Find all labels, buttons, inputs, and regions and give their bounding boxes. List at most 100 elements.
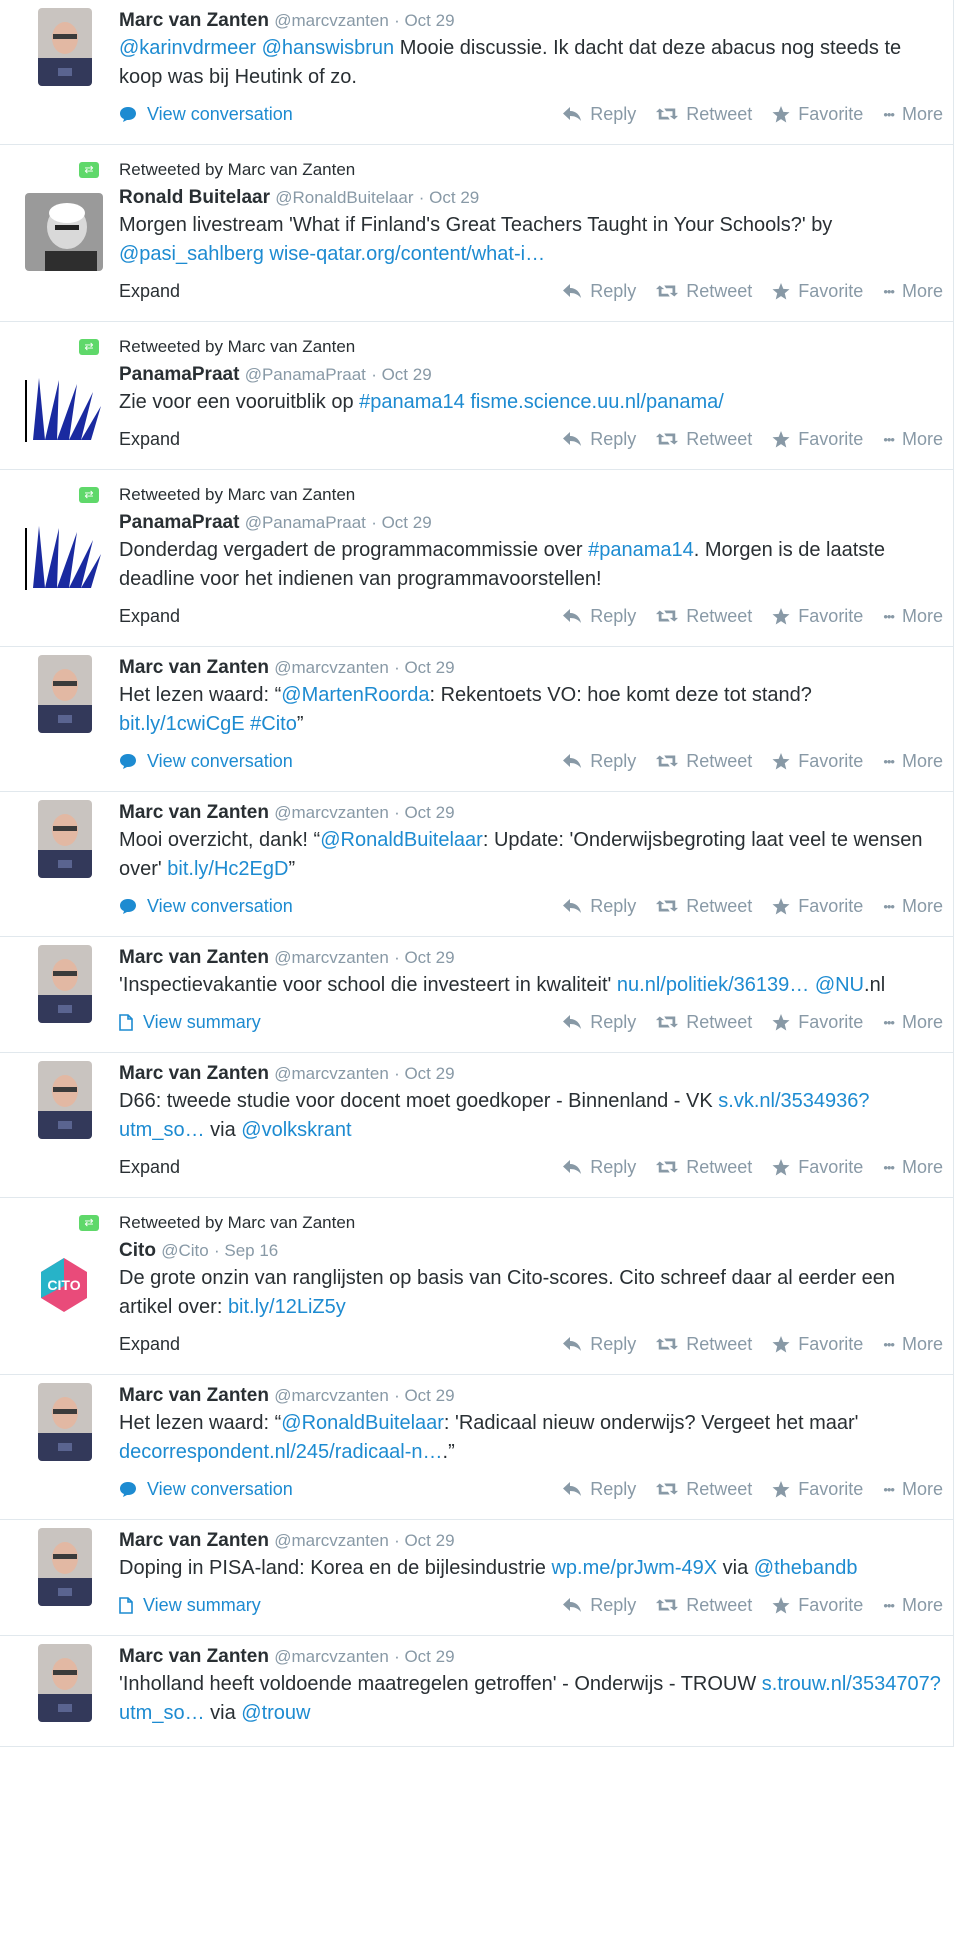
tweet-timestamp[interactable]: · Oct 29 <box>394 1647 454 1666</box>
tweet-link[interactable]: @RonaldBuitelaar <box>320 829 483 851</box>
tweet-link[interactable]: bit.ly/12LiZ5y <box>228 1296 346 1318</box>
more-button[interactable]: ••• More <box>883 104 943 125</box>
reply-button[interactable]: Reply <box>562 281 636 302</box>
more-button[interactable]: ••• More <box>883 1157 943 1178</box>
author-name[interactable]: Marc van Zanten <box>119 1530 269 1551</box>
tweet-link[interactable]: @MartenRoorda <box>281 684 429 706</box>
author-name[interactable]: Ronald Buitelaar <box>119 187 270 208</box>
retweet-button[interactable]: Retweet <box>656 606 752 627</box>
expand-link[interactable]: Expand <box>119 606 180 627</box>
author-handle[interactable]: @marcvzanten <box>274 1064 389 1083</box>
favorite-button[interactable]: Favorite <box>772 606 863 627</box>
tweet-timestamp[interactable]: · Oct 29 <box>394 803 454 822</box>
favorite-button[interactable]: Favorite <box>772 1334 863 1355</box>
view-summary-link[interactable]: View summary <box>119 1012 261 1033</box>
reply-button[interactable]: Reply <box>562 751 636 772</box>
author-handle[interactable]: @marcvzanten <box>274 658 389 677</box>
retweet-button[interactable]: Retweet <box>656 429 752 450</box>
favorite-button[interactable]: Favorite <box>772 1157 863 1178</box>
view-summary-link[interactable]: View summary <box>119 1595 261 1616</box>
favorite-button[interactable]: Favorite <box>772 104 863 125</box>
tweet-link[interactable]: bit.ly/1cwiCgE <box>119 713 245 735</box>
tweet-timestamp[interactable]: · Oct 29 <box>394 658 454 677</box>
tweet-link[interactable]: fisme.science.uu.nl/panama/ <box>470 391 723 413</box>
avatar[interactable] <box>38 945 92 1023</box>
author-handle[interactable]: @marcvzanten <box>274 803 389 822</box>
tweet-link[interactable]: @volkskrant <box>241 1119 351 1141</box>
favorite-button[interactable]: Favorite <box>772 1012 863 1033</box>
tweet-timestamp[interactable]: · Oct 29 <box>394 948 454 967</box>
tweet-link[interactable]: @RonaldBuitelaar <box>281 1412 444 1434</box>
expand-link[interactable]: Expand <box>119 1157 180 1178</box>
author-name[interactable]: Marc van Zanten <box>119 1646 269 1667</box>
more-button[interactable]: ••• More <box>883 1012 943 1033</box>
tweet-link[interactable]: @hanswisbrun <box>262 37 395 59</box>
tweet-link[interactable]: #Cito <box>250 713 297 735</box>
tweet-timestamp[interactable]: · Oct 29 <box>394 1386 454 1405</box>
more-button[interactable]: ••• More <box>883 1595 943 1616</box>
author-handle[interactable]: @PanamaPraat <box>245 513 366 532</box>
tweet-link[interactable]: wp.me/prJwm-49X <box>551 1557 717 1579</box>
favorite-button[interactable]: Favorite <box>772 751 863 772</box>
author-handle[interactable]: @marcvzanten <box>274 1386 389 1405</box>
tweet-timestamp[interactable]: · Oct 29 <box>394 1064 454 1083</box>
author-handle[interactable]: @marcvzanten <box>274 1647 389 1666</box>
author-name[interactable]: Marc van Zanten <box>119 10 269 31</box>
favorite-button[interactable]: Favorite <box>772 281 863 302</box>
avatar[interactable] <box>25 193 103 271</box>
retweet-button[interactable]: Retweet <box>656 1334 752 1355</box>
author-name[interactable]: Marc van Zanten <box>119 657 269 678</box>
tweet-link[interactable]: @NU <box>815 974 864 996</box>
retweet-button[interactable]: Retweet <box>656 1012 752 1033</box>
retweet-button[interactable]: Retweet <box>656 1479 752 1500</box>
tweet-link[interactable]: @thebandb <box>754 1557 858 1579</box>
view-conversation-link[interactable]: View conversation <box>119 896 293 917</box>
author-name[interactable]: Marc van Zanten <box>119 1063 269 1084</box>
avatar[interactable] <box>25 518 103 596</box>
author-name[interactable]: PanamaPraat <box>119 512 239 533</box>
more-button[interactable]: ••• More <box>883 429 943 450</box>
reply-button[interactable]: Reply <box>562 1479 636 1500</box>
reply-button[interactable]: Reply <box>562 896 636 917</box>
reply-button[interactable]: Reply <box>562 1334 636 1355</box>
tweet-link[interactable]: decorrespondent.nl/245/radicaal-n… <box>119 1441 443 1463</box>
tweet-timestamp[interactable]: · Oct 29 <box>371 365 431 384</box>
reply-button[interactable]: Reply <box>562 1012 636 1033</box>
reply-button[interactable]: Reply <box>562 606 636 627</box>
avatar[interactable] <box>38 1061 92 1139</box>
tweet-timestamp[interactable]: · Oct 29 <box>371 513 431 532</box>
expand-link[interactable]: Expand <box>119 429 180 450</box>
retweet-button[interactable]: Retweet <box>656 1595 752 1616</box>
retweet-button[interactable]: Retweet <box>656 281 752 302</box>
tweet-link[interactable]: #panama14 <box>588 539 694 561</box>
author-handle[interactable]: @marcvzanten <box>274 11 389 30</box>
retweet-button[interactable]: Retweet <box>656 1157 752 1178</box>
favorite-button[interactable]: Favorite <box>772 429 863 450</box>
favorite-button[interactable]: Favorite <box>772 1479 863 1500</box>
author-handle[interactable]: @PanamaPraat <box>245 365 366 384</box>
reply-button[interactable]: Reply <box>562 1595 636 1616</box>
author-handle[interactable]: @RonaldBuitelaar <box>275 188 413 207</box>
tweet-timestamp[interactable]: · Oct 29 <box>419 188 479 207</box>
author-name[interactable]: PanamaPraat <box>119 364 239 385</box>
reply-button[interactable]: Reply <box>562 104 636 125</box>
avatar[interactable] <box>38 8 92 86</box>
tweet-link[interactable]: wise-qatar.org/content/what-i… <box>269 243 545 265</box>
tweet-link[interactable]: bit.ly/Hc2EgD <box>167 858 288 880</box>
retweet-button[interactable]: Retweet <box>656 896 752 917</box>
avatar[interactable] <box>38 800 92 878</box>
more-button[interactable]: ••• More <box>883 1334 943 1355</box>
tweet-link[interactable]: @trouw <box>241 1702 310 1724</box>
tweet-link[interactable]: @pasi_sahlberg <box>119 243 264 265</box>
avatar[interactable] <box>38 1644 92 1722</box>
author-name[interactable]: Marc van Zanten <box>119 947 269 968</box>
avatar[interactable] <box>38 1383 92 1461</box>
author-handle[interactable]: @marcvzanten <box>274 1531 389 1550</box>
tweet-timestamp[interactable]: · Oct 29 <box>394 1531 454 1550</box>
tweet-link[interactable]: nu.nl/politiek/36139… <box>617 974 809 996</box>
author-name[interactable]: Marc van Zanten <box>119 802 269 823</box>
tweet-link[interactable]: #panama14 <box>359 391 465 413</box>
expand-link[interactable]: Expand <box>119 1334 180 1355</box>
retweet-button[interactable]: Retweet <box>656 751 752 772</box>
tweet-link[interactable]: @karinvdrmeer <box>119 37 256 59</box>
